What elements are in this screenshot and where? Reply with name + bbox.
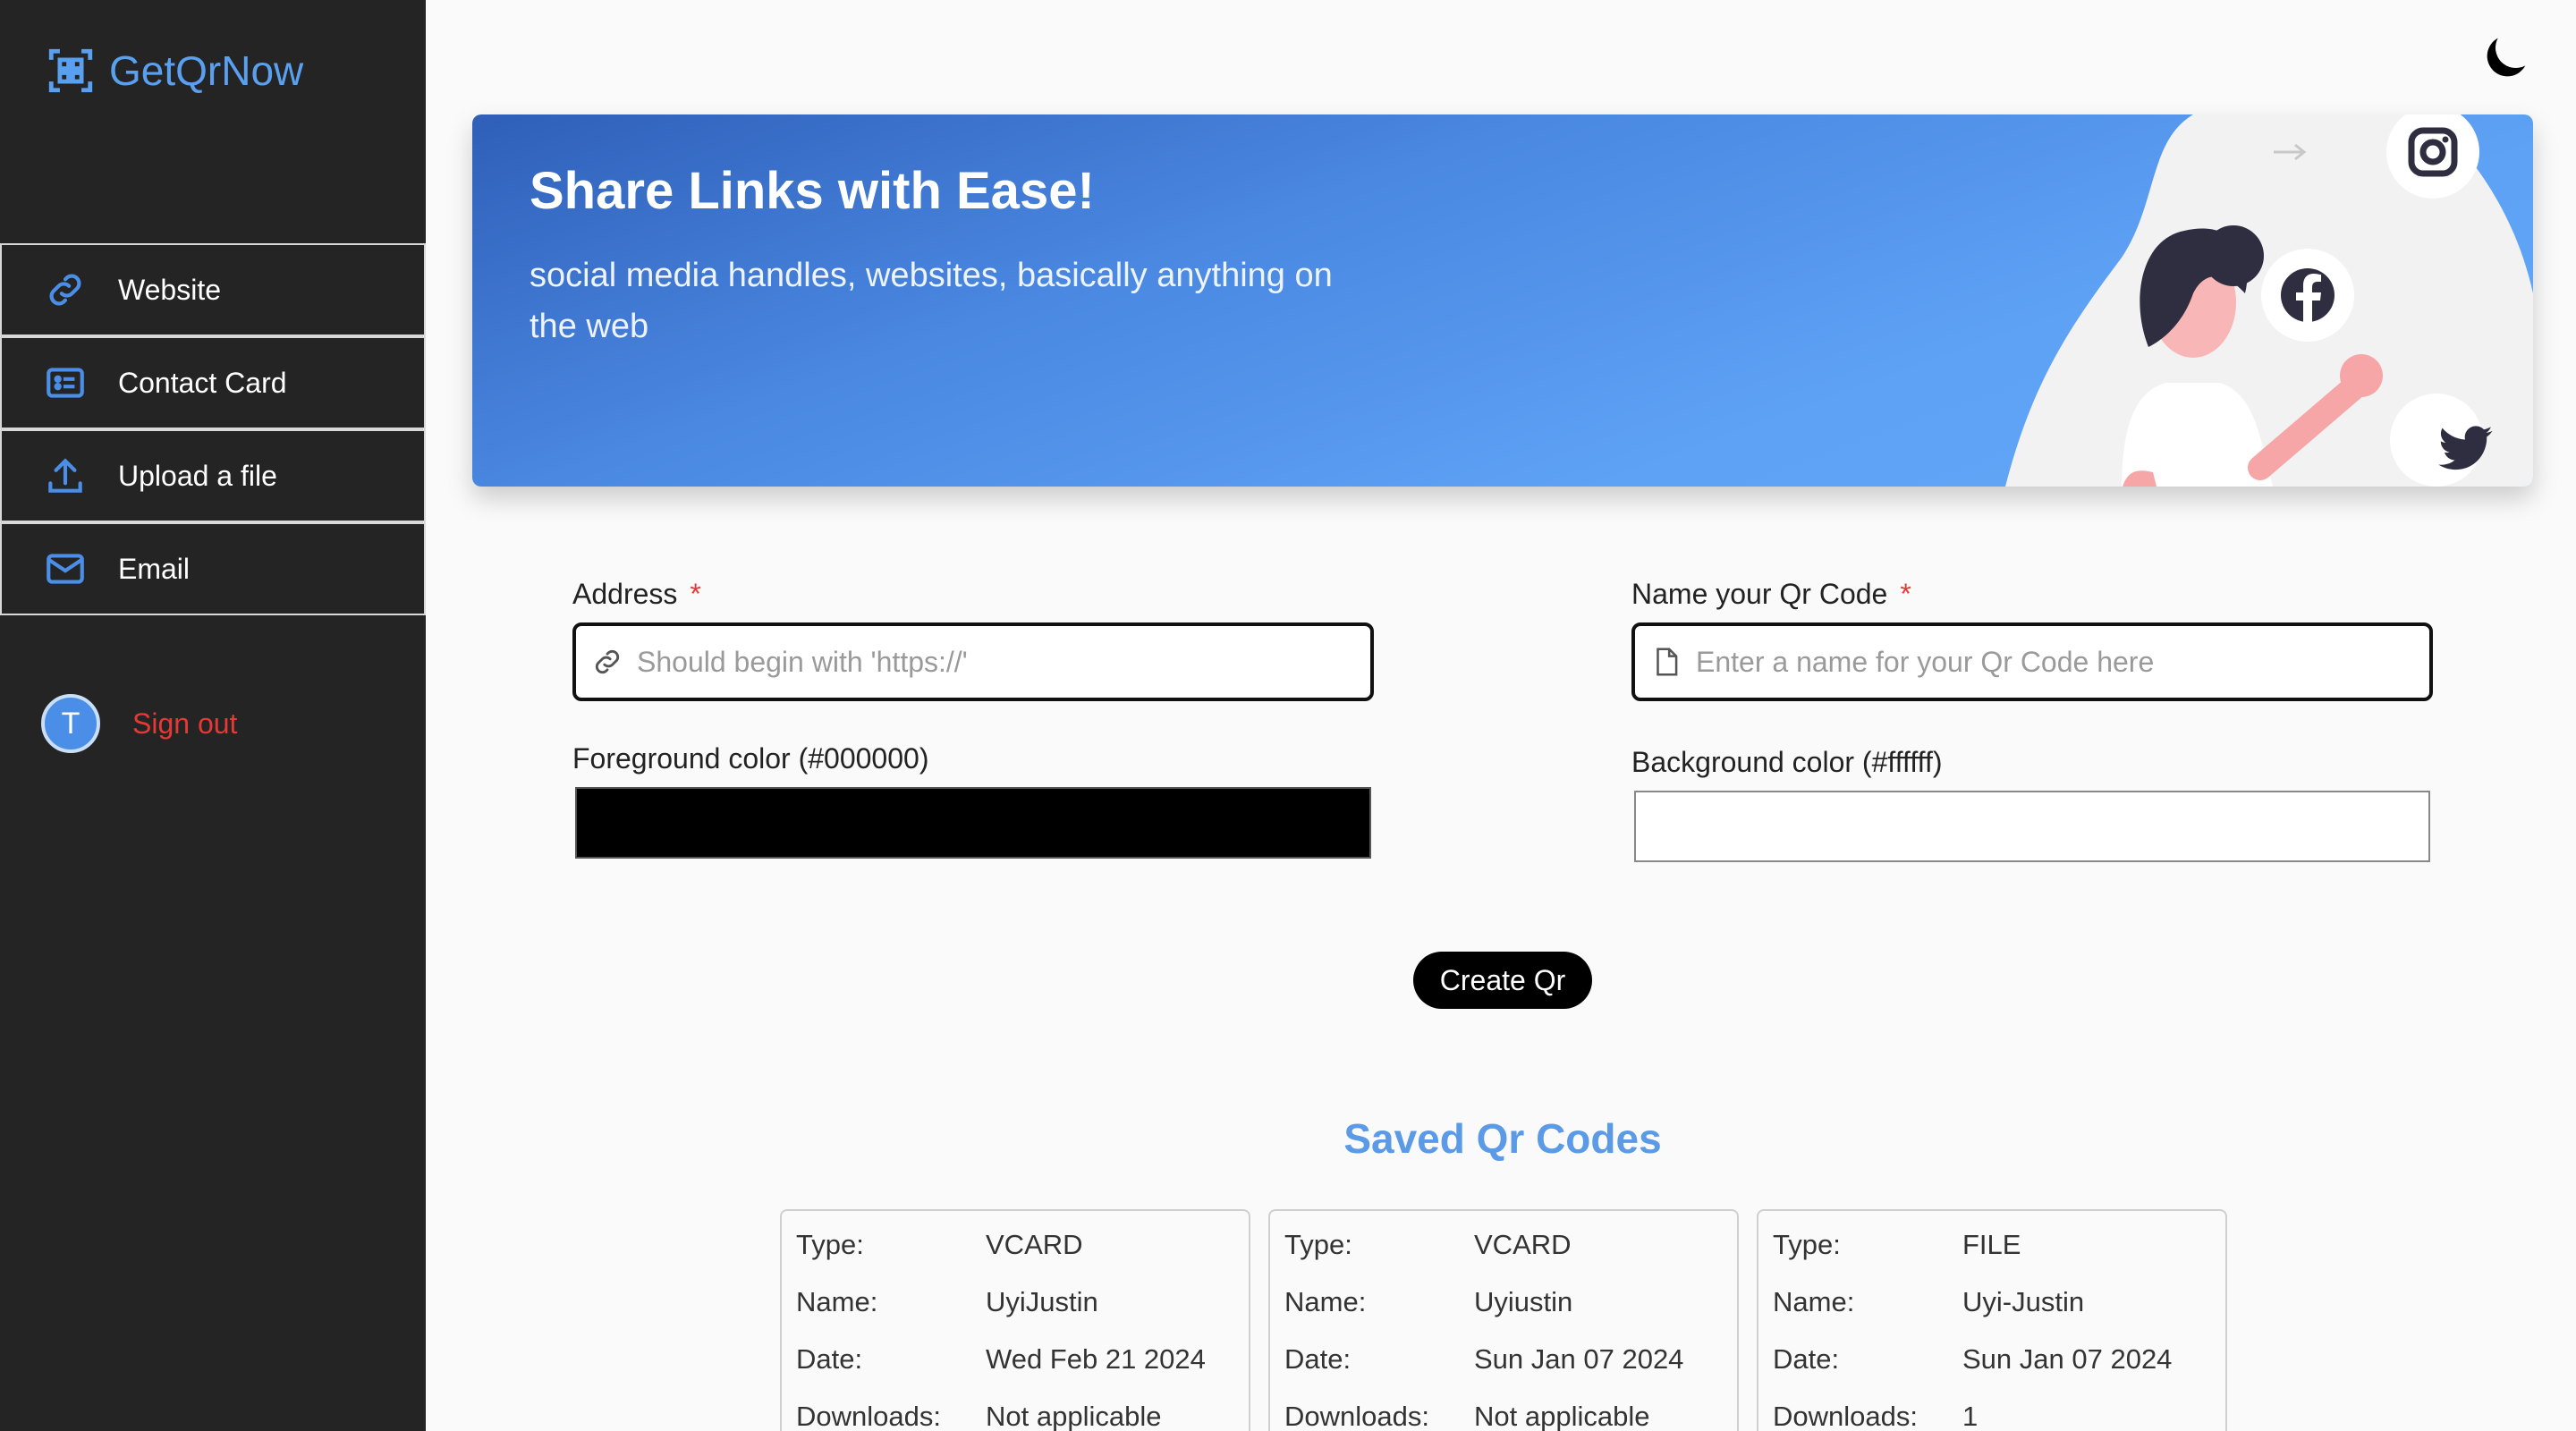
qr-name-input-wrapper[interactable] — [1631, 622, 2433, 701]
card-row-downloads: Downloads: Not applicable — [796, 1401, 1162, 1431]
background-color-label: Background color (#ffffff) — [1631, 746, 1943, 778]
app-name: GetQrNow — [109, 47, 304, 94]
qr-card[interactable]: Type: VCARD Name: UyiJustin Date: Wed Feb 2… — [780, 1209, 1250, 1431]
saved-qr-codes-title: Saved Qr Codes — [1343, 1115, 1662, 1162]
foreground-color-label: Foreground color (#000000) — [572, 742, 929, 775]
sign-out-link[interactable]: Sign out — [132, 707, 237, 741]
qr-name-input[interactable] — [1696, 645, 2429, 679]
card-row-date: Date: Sun Jan 07 2024 — [1773, 1343, 2173, 1375]
moon-icon[interactable] — [2478, 29, 2535, 86]
mail-icon — [2, 546, 118, 591]
create-qr-button[interactable]: Create Qr — [1413, 952, 1592, 1009]
foreground-color-picker[interactable] — [575, 787, 1371, 859]
avatar[interactable]: T — [41, 694, 100, 753]
link-icon — [2, 267, 118, 312]
sidebar-item-label: Website — [118, 273, 222, 306]
sidebar-item-contact-card[interactable]: Contact Card — [0, 336, 426, 429]
card-row-date: Date: Sun Jan 07 2024 — [1284, 1343, 1684, 1375]
app-logo[interactable]: GetQrNow — [45, 45, 303, 97]
banner-illustration — [2005, 114, 2533, 487]
card-row-type: Type: FILE — [1773, 1229, 2021, 1260]
saved-qr-list: Type: VCARD Name: UyiJustin Date: Wed Feb 2… — [780, 1209, 2227, 1431]
sidebar-item-website[interactable]: Website — [0, 243, 426, 336]
upload-icon — [2, 453, 118, 498]
background-color-picker[interactable] — [1634, 791, 2430, 862]
card-row-name: Name: Uyiustin — [1284, 1286, 1573, 1317]
qr-name-label: Name your Qr Code * — [1631, 578, 1911, 610]
link-icon — [595, 649, 620, 674]
card-row-downloads: Downloads: Not applicable — [1284, 1401, 1650, 1431]
sidebar-item-email[interactable]: Email — [0, 522, 426, 615]
sidebar-nav: Website Contact Card Upload a file Email — [0, 243, 426, 615]
qr-card[interactable]: Type: VCARD Name: Uyiustin Date: Sun Jan 07… — [1268, 1209, 1739, 1431]
card-row-type: Type: VCARD — [796, 1229, 1083, 1260]
address-label: Address * — [572, 578, 701, 610]
sign-out[interactable]: T Sign out — [41, 694, 237, 753]
sidebar-item-label: Contact Card — [118, 366, 287, 399]
hero-banner: Share Links with Ease! social media hand… — [472, 114, 2533, 487]
card-row-name: Name: UyiJustin — [796, 1286, 1098, 1317]
address-input[interactable] — [637, 645, 1370, 679]
sidebar-item-label: Upload a file — [118, 459, 277, 492]
card-row-downloads: Downloads: 1 — [1773, 1401, 1979, 1431]
sidebar-item-label: Email — [118, 552, 191, 585]
card-row-name: Name: Uyi-Justin — [1773, 1286, 2085, 1317]
card-row-type: Type: VCARD — [1284, 1229, 1572, 1260]
banner-subtitle: social media handles, websites, basicall… — [530, 257, 1333, 345]
qr-card[interactable]: Type: FILE Name: Uyi-Justin Date: Sun Jan 0… — [1757, 1209, 2227, 1431]
sidebar-item-upload[interactable]: Upload a file — [0, 429, 426, 522]
qr-scan-icon — [48, 48, 93, 93]
facebook-icon — [2261, 249, 2354, 342]
card-row-date: Date: Wed Feb 21 2024 — [796, 1343, 1206, 1375]
address-input-wrapper[interactable] — [572, 622, 1374, 701]
sidebar: GetQrNow Website Contact Card Upload a f… — [0, 0, 426, 1431]
file-icon — [1657, 648, 1678, 676]
banner-title: Share Links with Ease! — [530, 162, 1095, 220]
contact-card-icon — [2, 360, 118, 405]
